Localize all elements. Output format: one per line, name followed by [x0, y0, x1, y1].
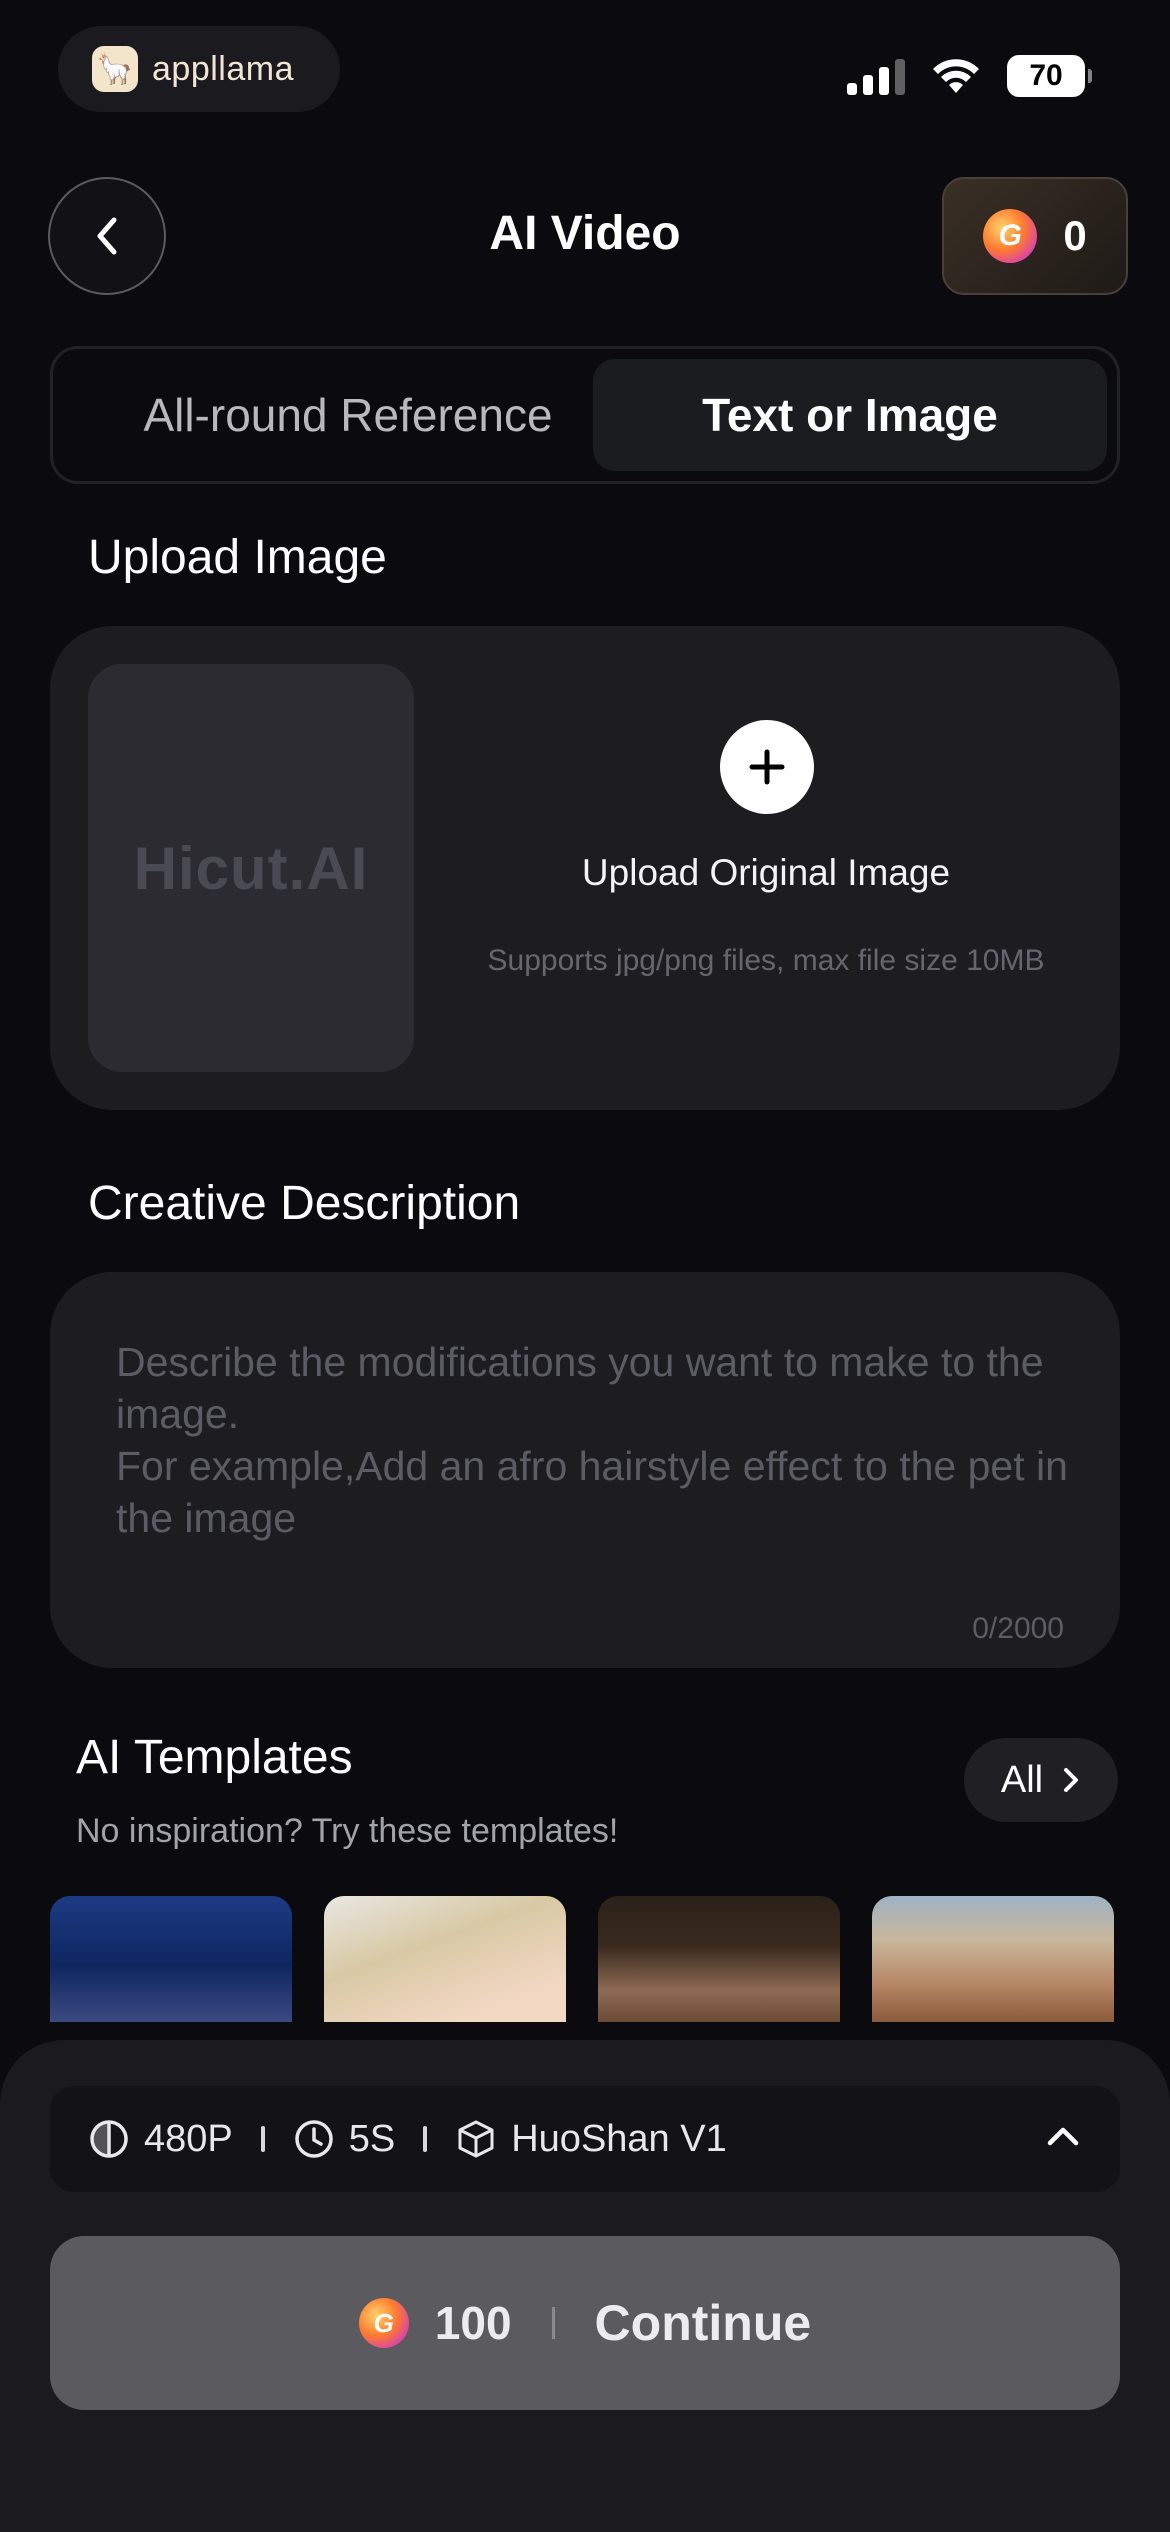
chevron-up-icon[interactable] [1046, 2124, 1080, 2148]
description-section-title: Creative Description [88, 1177, 521, 1230]
upload-hint: Supports jpg/png files, max file size 10… [487, 944, 1045, 977]
image-preview-placeholder: Hicut.AI [88, 664, 414, 1072]
upload-label[interactable]: Upload Original Image [460, 852, 1072, 894]
coin-icon: G [983, 209, 1038, 263]
model-setting[interactable]: HuoShan V1 [455, 2118, 727, 2161]
template-thumbnail[interactable] [598, 1896, 840, 2022]
divider [260, 2126, 265, 2152]
resolution-icon [90, 2120, 128, 2158]
cube-icon [458, 2120, 494, 2158]
divider [423, 2126, 428, 2152]
brand-name: appllama [152, 49, 294, 88]
divider [551, 2307, 555, 2339]
templates-subtitle: No inspiration? Try these templates! [76, 1812, 619, 1850]
mode-tabs: All-round Reference Text or Image [50, 346, 1120, 484]
battery-icon: 70 [1007, 55, 1092, 97]
cellular-signal-icon [847, 57, 905, 95]
duration-value: 5S [348, 2117, 396, 2160]
template-thumbnail[interactable] [324, 1896, 566, 2022]
resolution-value: 480P [144, 2117, 233, 2160]
battery-level: 70 [1007, 55, 1085, 97]
tab-all-round-reference[interactable]: All-round Reference [63, 359, 633, 471]
template-thumbnail[interactable] [50, 1896, 292, 2022]
tab-text-or-image[interactable]: Text or Image [593, 359, 1107, 471]
continue-label: Continue [594, 2295, 812, 2351]
cost-value: 100 [434, 2297, 512, 2349]
description-placeholder[interactable]: Describe the modifications you want to m… [116, 1336, 1076, 1544]
coin-balance: 0 [1063, 212, 1087, 259]
resolution-setting[interactable]: 480P [88, 2118, 233, 2161]
status-indicators: 70 [847, 50, 1092, 102]
upload-section-title: Upload Image [88, 531, 387, 584]
add-image-button[interactable] [720, 720, 814, 814]
chevron-right-icon [1064, 1768, 1079, 1792]
llama-logo-icon: 🦙 [92, 46, 138, 92]
coin-balance-button[interactable]: G 0 [942, 177, 1128, 295]
plus-icon [749, 749, 785, 785]
placeholder-watermark: Hicut.AI [133, 834, 369, 902]
template-thumbnail[interactable] [872, 1896, 1114, 2022]
duration-setting[interactable]: 5S [293, 2118, 395, 2161]
continue-button[interactable]: G 100 Continue [50, 2236, 1120, 2410]
clock-icon [295, 2120, 333, 2158]
all-templates-label: All [1000, 1758, 1044, 1801]
coin-icon: G [358, 2298, 409, 2348]
generation-settings-bar[interactable]: 480P 5S HuoShan V1 [50, 2086, 1120, 2192]
model-value: HuoShan V1 [511, 2117, 727, 2160]
all-templates-button[interactable]: All [964, 1738, 1118, 1822]
brand-pill: 🦙 appllama [58, 26, 340, 112]
templates-title: AI Templates [76, 1731, 353, 1784]
character-count: 0/2000 [972, 1612, 1064, 1645]
wifi-icon [933, 59, 979, 93]
